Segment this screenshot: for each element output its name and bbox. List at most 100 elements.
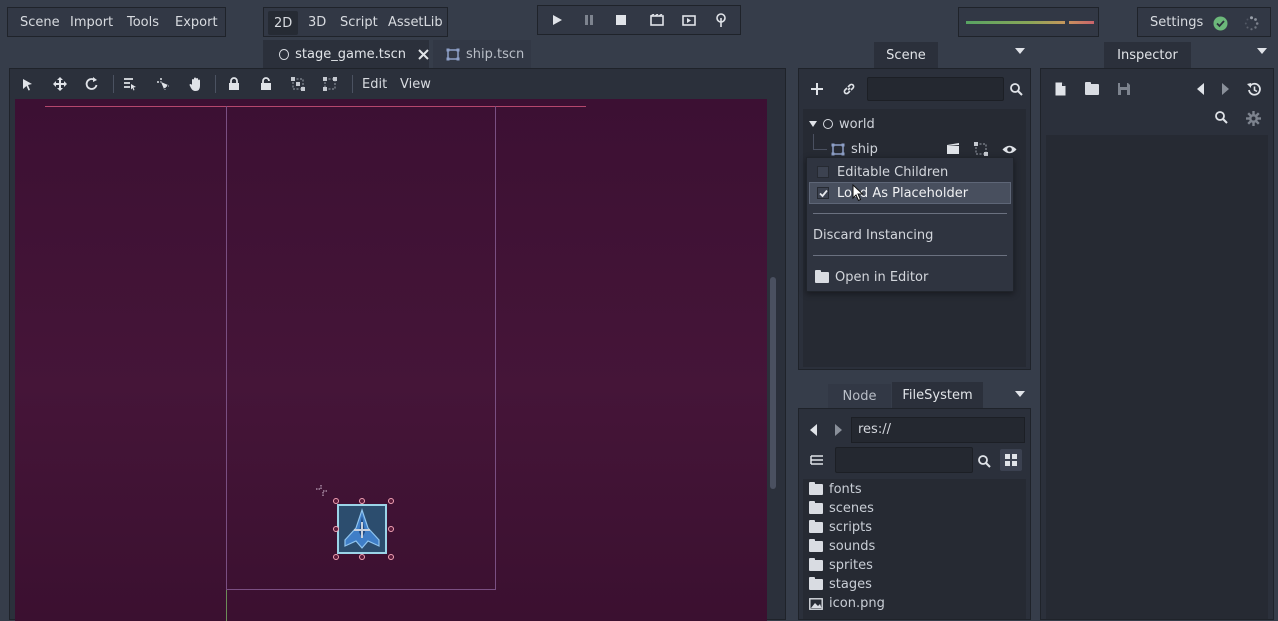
history-icon[interactable] — [1246, 81, 1262, 97]
filesystem-dock: res:// fonts scenes scripts sounds sprit… — [798, 408, 1031, 620]
visibility-eye-icon[interactable] — [1001, 142, 1017, 156]
ungroup-icon[interactable] — [323, 77, 337, 91]
y-axis-line — [226, 590, 227, 621]
open-scene-clapper-icon[interactable] — [945, 142, 961, 156]
group-selected-icon[interactable] — [974, 142, 988, 156]
play-icon[interactable] — [550, 13, 564, 27]
view-menu[interactable]: View — [394, 69, 437, 99]
resize-handle[interactable] — [333, 554, 339, 560]
resize-handle[interactable] — [359, 498, 365, 504]
menu-item-load-as-placeholder[interactable]: Load As Placeholder — [809, 182, 1011, 204]
new-resource-icon[interactable] — [1053, 81, 1067, 97]
tree-item-world[interactable]: world — [809, 115, 875, 133]
file-list: fonts scenes scripts sounds sprites stag… — [803, 479, 1026, 619]
tab-stage-game[interactable]: stage_game.tscn — [263, 40, 429, 68]
search-icon[interactable] — [977, 454, 991, 468]
menu-item-discard-instancing[interactable]: Discard Instancing — [813, 225, 933, 245]
history-back-icon[interactable] — [1196, 82, 1206, 96]
export-menu[interactable]: Export — [169, 8, 224, 36]
ship-sprite[interactable] — [337, 504, 387, 554]
tree-item-ship[interactable]: ship — [831, 140, 878, 158]
file-name: icon.png — [829, 596, 885, 611]
dock-menu-icon[interactable] — [1256, 46, 1268, 56]
collapse-arrow-icon[interactable] — [809, 121, 817, 127]
file-name: sprites — [829, 558, 873, 573]
menu-item-label: Discard Instancing — [813, 227, 934, 243]
instance-scene-link-icon[interactable] — [841, 81, 857, 97]
history-forward-icon[interactable] — [1220, 82, 1230, 96]
play-scene-icon[interactable] — [649, 13, 665, 27]
resize-handle[interactable] — [333, 526, 339, 532]
instance-icon — [831, 143, 845, 156]
dock-menu-icon[interactable] — [1014, 46, 1026, 56]
pan-tool-icon[interactable] — [188, 76, 203, 92]
grid-view-icon[interactable] — [1000, 449, 1022, 471]
viewport-scrollbar[interactable] — [770, 277, 776, 489]
tab-ship[interactable]: ship.tscn — [433, 40, 531, 68]
list-item[interactable]: icon.png — [809, 596, 885, 611]
tab-label: FileSystem — [902, 387, 973, 403]
tools-menu[interactable]: Tools — [121, 8, 165, 36]
play-custom-scene-icon[interactable] — [681, 13, 697, 27]
tab-label: Scene — [886, 47, 926, 63]
scene-menu[interactable]: Scene — [14, 8, 66, 36]
path-field[interactable]: res:// — [851, 417, 1025, 443]
group-icon[interactable] — [291, 77, 305, 91]
resize-handle[interactable] — [388, 526, 394, 532]
select-tool-icon[interactable] — [21, 77, 35, 91]
list-item[interactable]: scripts — [809, 520, 872, 535]
dock-menu-icon[interactable] — [1014, 389, 1026, 399]
menu-item-label: Editable Children — [837, 164, 949, 180]
search-icon[interactable] — [1009, 82, 1023, 96]
edit-menu[interactable]: Edit — [356, 69, 393, 99]
folder-icon — [809, 501, 823, 514]
list-item[interactable]: fonts — [809, 482, 862, 497]
tab-scene-dock[interactable]: Scene — [874, 42, 938, 68]
play-controls — [537, 5, 741, 35]
add-node-icon[interactable] — [809, 81, 825, 97]
resize-handle[interactable] — [333, 498, 339, 504]
forward-arrow-icon[interactable] — [833, 423, 843, 437]
node-circle-icon — [279, 48, 290, 60]
import-menu[interactable]: Import — [64, 8, 119, 36]
tab-inspector[interactable]: Inspector — [1104, 42, 1191, 68]
back-arrow-icon[interactable] — [809, 423, 819, 437]
remote-debug-icon[interactable] — [714, 12, 728, 28]
close-icon[interactable] — [418, 48, 429, 60]
mode-2d-button[interactable]: 2D — [268, 11, 299, 35]
list-item[interactable]: sprites — [809, 558, 873, 573]
list-item[interactable]: sounds — [809, 539, 875, 554]
file-filter-input[interactable] — [835, 447, 973, 473]
mode-assetlib-button[interactable]: AssetLib — [382, 8, 449, 36]
tab-filesystem[interactable]: FileSystem — [892, 382, 983, 408]
search-icon[interactable] — [1214, 110, 1228, 124]
resize-handle[interactable] — [388, 554, 394, 560]
tab-node[interactable]: Node — [828, 384, 891, 408]
checkbox[interactable] — [817, 166, 829, 178]
mode-3d-button[interactable]: 3D — [302, 8, 332, 36]
mode-script-button[interactable]: Script — [334, 8, 384, 36]
resize-handle[interactable] — [388, 498, 394, 504]
pivot-tool-icon[interactable] — [156, 77, 170, 91]
tree-view-icon[interactable] — [809, 453, 825, 469]
open-folder-icon[interactable] — [1084, 81, 1100, 96]
move-tool-icon[interactable] — [53, 77, 67, 91]
resize-handle[interactable] — [359, 554, 365, 560]
pause-icon[interactable] — [582, 13, 596, 27]
stop-icon[interactable] — [614, 13, 628, 27]
settings-menu[interactable]: Settings — [1144, 8, 1209, 36]
viewport-canvas[interactable] — [15, 99, 767, 621]
node-filter-input[interactable] — [867, 77, 1004, 101]
list-item[interactable]: stages — [809, 577, 872, 592]
menu-item-open-in-editor[interactable]: Open in Editor — [815, 267, 928, 287]
list-item[interactable]: scenes — [809, 501, 874, 516]
checkmark-icon[interactable] — [817, 187, 829, 199]
list-select-icon[interactable] — [123, 77, 137, 91]
menu-separator — [813, 255, 1007, 256]
save-icon[interactable] — [1116, 81, 1132, 97]
menu-item-editable-children[interactable]: Editable Children — [810, 162, 1010, 182]
gear-icon[interactable] — [1245, 110, 1261, 126]
rotate-tool-icon[interactable] — [85, 77, 99, 91]
lock-icon[interactable] — [227, 76, 241, 92]
unlock-icon[interactable] — [259, 76, 273, 92]
